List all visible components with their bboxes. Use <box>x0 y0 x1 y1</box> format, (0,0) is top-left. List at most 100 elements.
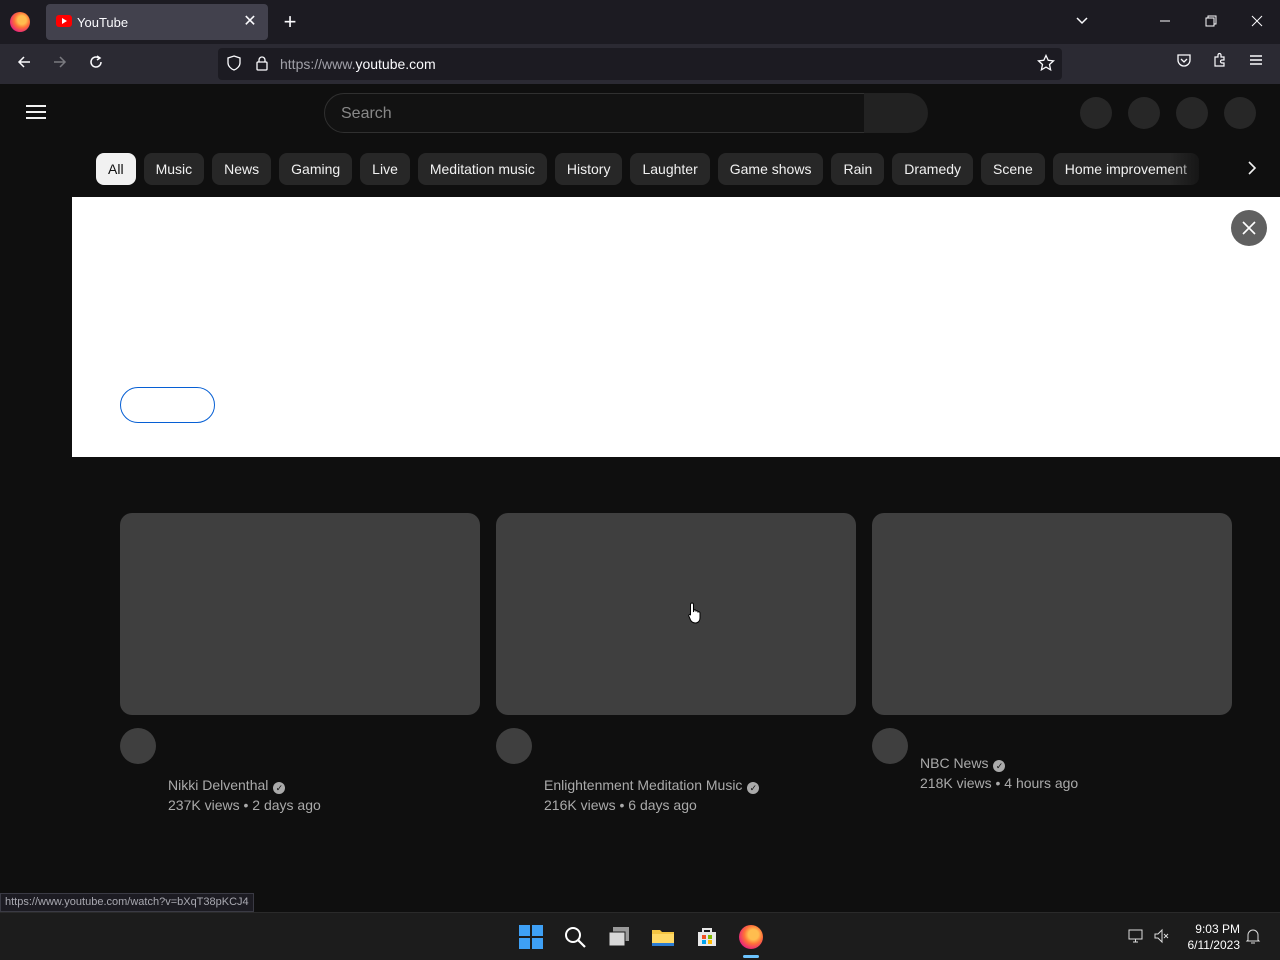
chip-game-shows[interactable]: Game shows <box>717 153 824 185</box>
url-prefix: https://www. <box>280 56 356 72</box>
verified-badge-icon: ✓ <box>273 782 286 794</box>
firefox-taskbar-icon[interactable] <box>739 925 763 949</box>
banner-action-button[interactable] <box>120 387 215 423</box>
video-meta: 218K views • 4 hours ago <box>920 775 1079 791</box>
header-icon-placeholder[interactable] <box>1128 97 1160 129</box>
reload-button[interactable] <box>84 52 108 76</box>
bookmark-star-icon[interactable] <box>1036 53 1056 74</box>
video-meta: 237K views • 2 days ago <box>168 797 321 813</box>
url-domain: youtube.com <box>355 56 436 72</box>
chevron-right-icon <box>1248 161 1257 175</box>
notification-bell-icon[interactable] <box>1244 927 1262 945</box>
forward-button[interactable] <box>48 52 72 76</box>
avatar[interactable] <box>1224 97 1256 129</box>
volume-muted-icon[interactable] <box>1153 927 1171 945</box>
browser-nav-bar: https://www.youtube.com <box>0 44 1280 84</box>
shield-icon[interactable] <box>225 55 243 73</box>
clock-date: 6/11/2023 <box>1187 938 1241 952</box>
chip-news[interactable]: News <box>212 153 272 185</box>
tab-close-icon[interactable]: ✕ <box>240 12 260 32</box>
chip-rain[interactable]: Rain <box>831 153 885 185</box>
video-thumbnail[interactable] <box>120 513 480 715</box>
pocket-button[interactable] <box>1172 52 1196 76</box>
video-card[interactable]: NBC News ✓ 218K views • 4 hours ago <box>872 513 1232 791</box>
video-card[interactable]: Nikki Delventhal ✓ 237K views • 2 days ag… <box>120 513 480 813</box>
channel-avatar[interactable] <box>120 728 156 764</box>
minimize-button[interactable] <box>1153 10 1177 34</box>
chip-bar: All Music News Gaming Live Meditation music Hi… <box>96 153 1216 185</box>
restore-icon <box>1205 15 1217 27</box>
minimize-icon <box>1160 20 1170 22</box>
video-card[interactable]: Enlightenment Meditation Music ✓ 216K vie… <box>496 513 856 813</box>
back-button[interactable] <box>12 52 36 76</box>
arrow-left-icon <box>17 56 30 68</box>
promo-banner <box>72 197 1280 457</box>
chevron-down-icon <box>1076 17 1088 25</box>
microsoft-store-icon[interactable] <box>695 925 719 949</box>
channel-name-text: NBC News <box>920 755 989 771</box>
chip-meditation-music[interactable]: Meditation music <box>417 153 547 185</box>
chip-dramedy[interactable]: Dramedy <box>892 153 974 185</box>
guide-menu-icon[interactable] <box>24 100 48 124</box>
close-icon <box>1242 221 1256 235</box>
firefox-icon[interactable] <box>10 12 30 32</box>
chip-history[interactable]: History <box>554 153 623 185</box>
extensions-button[interactable] <box>1208 52 1232 76</box>
browser-tab-strip: YouTube ✕ + <box>0 0 1280 44</box>
task-view-icon[interactable] <box>607 925 631 949</box>
channel-avatar[interactable] <box>496 728 532 764</box>
chip-bar-fade <box>1170 153 1230 185</box>
channel-name[interactable]: NBC News ✓ <box>920 755 1006 772</box>
chip-next-button[interactable] <box>1240 157 1264 181</box>
close-icon <box>1251 15 1263 27</box>
video-meta: 216K views • 6 days ago <box>544 797 697 813</box>
hand-cursor-icon <box>688 602 701 624</box>
windows-start-icon[interactable] <box>519 925 543 949</box>
channel-name-text: Nikki Delventhal <box>168 777 269 793</box>
chip-scene[interactable]: Scene <box>981 153 1045 185</box>
chip-all[interactable]: All <box>96 153 136 185</box>
new-tab-button[interactable]: + <box>278 10 302 34</box>
video-thumbnail[interactable] <box>872 513 1232 715</box>
search-button[interactable] <box>864 93 928 133</box>
url-bar[interactable]: https://www.youtube.com <box>218 48 1062 80</box>
verified-badge-icon: ✓ <box>993 760 1006 772</box>
url-text[interactable]: https://www.youtube.com <box>280 56 436 72</box>
file-explorer-icon[interactable] <box>651 925 675 949</box>
header-icon-placeholder[interactable] <box>1080 97 1112 129</box>
search-placeholder: Search <box>341 105 392 122</box>
video-thumbnail[interactable] <box>496 513 856 715</box>
lock-icon[interactable] <box>253 55 271 73</box>
hamburger-icon <box>1250 55 1262 65</box>
windows-taskbar: 9:03 PM 6/11/2023 <box>0 912 1280 960</box>
search-icon[interactable] <box>563 925 587 949</box>
screen: YouTube ✕ + https://www.youtube.com Sear… <box>0 0 1280 960</box>
system-clock[interactable]: 9:03 PM 6/11/2023 <box>1180 921 1241 953</box>
banner-close-button[interactable] <box>1231 210 1267 246</box>
channel-name[interactable]: Nikki Delventhal ✓ <box>168 777 286 794</box>
pocket-icon <box>1177 54 1191 67</box>
puzzle-icon <box>1214 52 1225 67</box>
clock-time: 9:03 PM <box>1195 922 1240 936</box>
arrow-right-icon <box>54 56 67 68</box>
restore-button[interactable] <box>1199 10 1223 34</box>
channel-name[interactable]: Enlightenment Meditation Music ✓ <box>544 777 760 794</box>
tab-youtube[interactable]: YouTube ✕ <box>46 4 268 40</box>
search-input[interactable]: Search <box>324 93 866 133</box>
reload-icon <box>90 55 102 68</box>
chip-live[interactable]: Live <box>360 153 410 185</box>
verified-badge-icon: ✓ <box>747 782 760 794</box>
chip-laughter[interactable]: Laughter <box>630 153 710 185</box>
chip-gaming[interactable]: Gaming <box>279 153 353 185</box>
tab-title: YouTube <box>77 15 129 30</box>
chip-music[interactable]: Music <box>143 153 205 185</box>
active-app-indicator <box>743 955 759 958</box>
header-icon-placeholder[interactable] <box>1176 97 1208 129</box>
list-all-tabs-button[interactable] <box>1070 10 1094 34</box>
close-window-button[interactable] <box>1245 10 1269 34</box>
app-menu-button[interactable] <box>1244 52 1268 76</box>
status-link-preview: https://www.youtube.com/watch?v=bXqT38pK… <box>0 893 254 912</box>
network-icon[interactable] <box>1127 927 1145 945</box>
channel-name-text: Enlightenment Meditation Music <box>544 777 743 793</box>
channel-avatar[interactable] <box>872 728 908 764</box>
